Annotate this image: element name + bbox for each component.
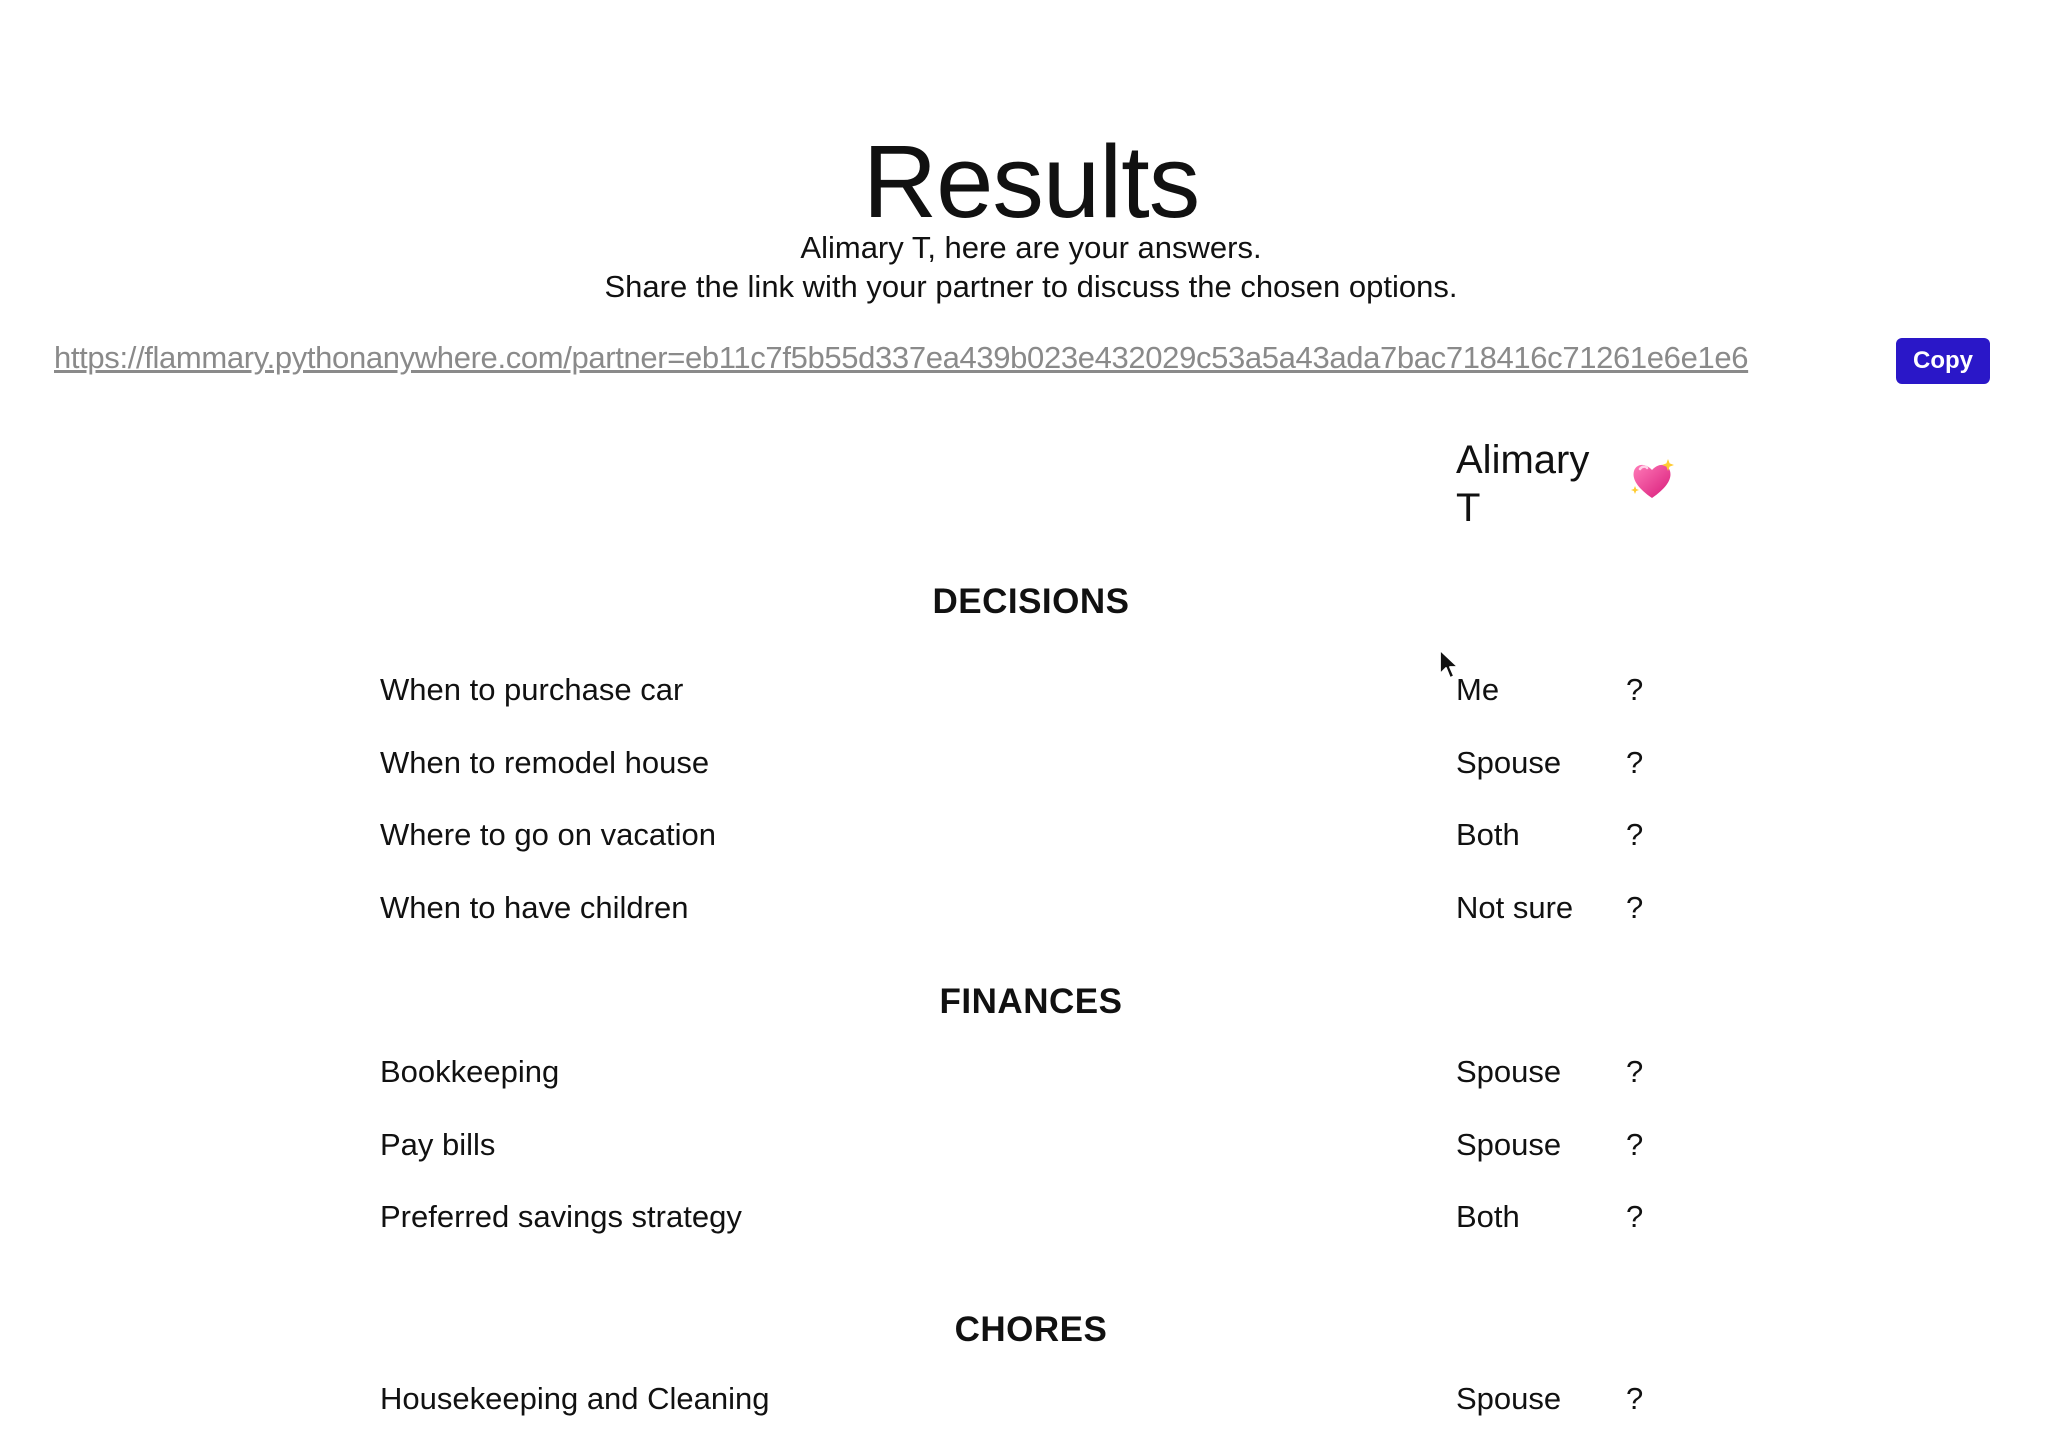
section-heading: FINANCES [939,982,1123,1021]
partner-answer: ? [1626,745,1644,780]
partner-answer: ? [1626,1199,1644,1234]
table-row: Pay bills Spouse? [380,1127,1680,1171]
partner-answer: ? [1626,1127,1644,1162]
question-label: When to have children [380,890,689,925]
page-title: Results [862,124,1200,239]
user-name-column-header: Alimary T [1456,438,1590,530]
question-label: Bookkeeping [380,1054,560,1089]
partner-answer: ? [1626,1381,1644,1416]
intro-text: Alimary T, here are your answers. Share … [0,228,2062,306]
question-label: Where to go on vacation [380,817,717,852]
table-row: Where to go on vacation Both? [380,817,1680,861]
my-answer: Both [1456,1199,1520,1234]
my-answer: Spouse [1456,745,1562,780]
partner-answer: ? [1626,1054,1644,1089]
table-row: When to have children Not sure? [380,890,1680,934]
section-heading: DECISIONS [932,582,1130,621]
my-answer: Me [1456,672,1500,707]
my-answer: Not sure [1456,890,1574,925]
my-answer: Spouse [1456,1054,1562,1089]
question-label: Pay bills [380,1127,496,1162]
copy-button[interactable]: Copy [1896,338,1990,384]
table-row: Housekeeping and Cleaning Spouse? [380,1381,1680,1425]
my-answer: Spouse [1456,1381,1562,1416]
mouse-pointer-icon [1439,649,1459,679]
partner-share-link[interactable]: https://flammary.pythonanywhere.com/part… [54,340,1748,376]
question-label: When to remodel house [380,745,710,780]
share-row: https://flammary.pythonanywhere.com/part… [54,334,2014,388]
partner-answer: ? [1626,672,1644,707]
section-heading: CHORES [954,1310,1108,1349]
intro-greeting: Alimary T, here are your answers. [800,230,1262,265]
table-row: When to purchase car Me? [380,672,1680,716]
partner-answer: ? [1626,817,1644,852]
table-row: Bookkeeping Spouse? [380,1054,1680,1098]
my-answer: Both [1456,817,1520,852]
my-answer: Spouse [1456,1127,1562,1162]
partner-answer: ? [1626,890,1644,925]
question-label: Housekeeping and Cleaning [380,1381,770,1416]
intro-instructions: Share the link with your partner to disc… [604,269,1458,304]
question-label: When to purchase car [380,672,684,707]
table-row: Preferred savings strategy Both? [380,1199,1680,1243]
question-label: Preferred savings strategy [380,1199,742,1234]
table-row: When to remodel house Spouse? [380,745,1680,789]
sparkling-heart-icon [1631,459,1674,498]
